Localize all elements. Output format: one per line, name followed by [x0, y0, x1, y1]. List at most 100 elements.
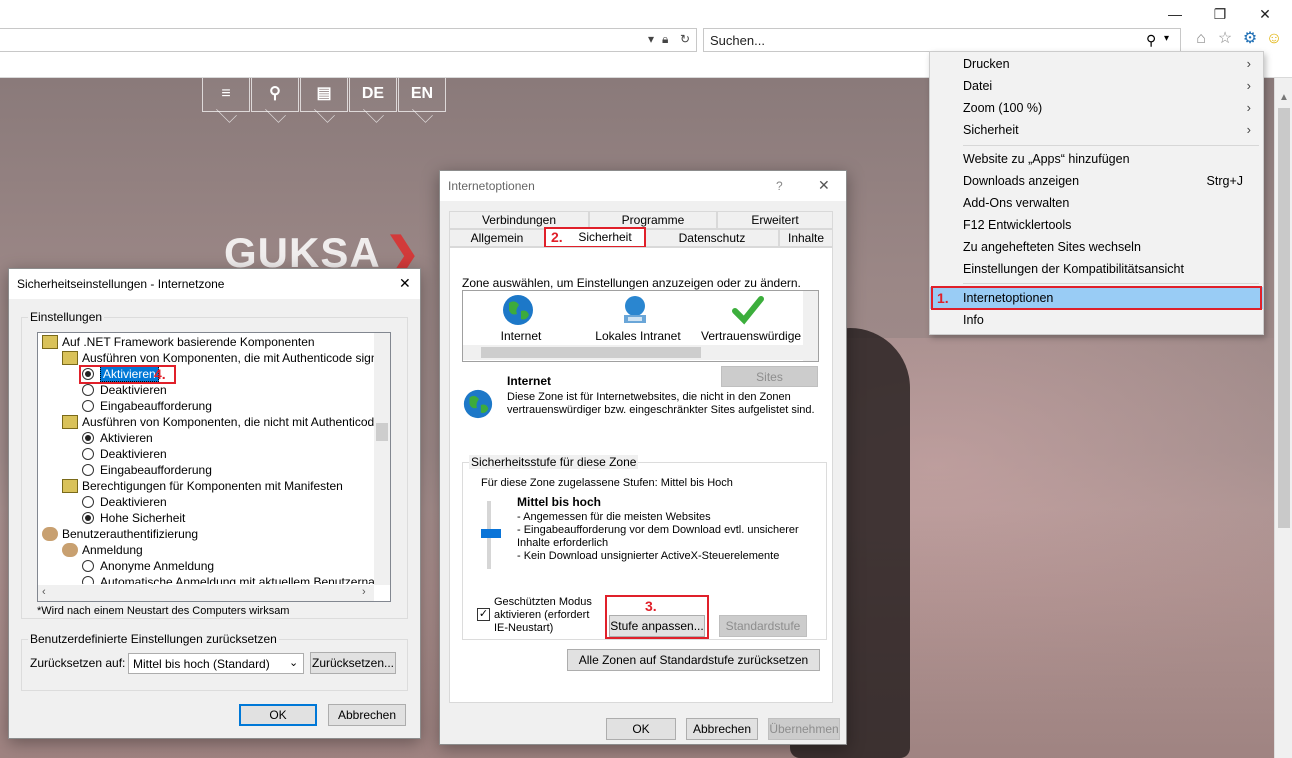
tree-option[interactable]: Deaktivieren	[82, 382, 167, 398]
menu-item-compat-view[interactable]: Einstellungen der Kompatibilitätsansicht	[930, 258, 1263, 280]
tree-category[interactable]: Auf .NET Framework basierende Komponente…	[42, 334, 315, 350]
search-input[interactable]: Suchen...	[710, 33, 765, 48]
dropdown-arrow-icon[interactable]: ▾	[648, 32, 654, 46]
home-icon[interactable]: ⌂	[1190, 28, 1212, 50]
users-icon	[42, 527, 58, 541]
apply-button[interactable]: Übernehmen	[768, 718, 840, 740]
scroll-left-icon[interactable]: ‹	[42, 586, 46, 598]
tree-option[interactable]: Hohe Sicherheit	[82, 510, 185, 526]
nav-lang-en[interactable]: EN	[398, 78, 446, 112]
tree-category[interactable]: Berechtigungen für Komponenten mit Manif…	[62, 478, 343, 494]
tree-option[interactable]: Eingabeaufforderung	[82, 462, 212, 478]
zone-list-hscrollbar[interactable]	[463, 345, 803, 360]
tree-vscrollbar[interactable]	[374, 333, 390, 585]
menu-item-addons[interactable]: Add-Ons verwalten	[930, 192, 1263, 214]
reset-group: Benutzerdefinierte Einstellungen zurücks…	[21, 632, 408, 691]
cancel-button[interactable]: Abbrechen	[328, 704, 406, 726]
zone-intranet[interactable]: Lokales Intranet	[583, 329, 693, 343]
chevron-down-icon[interactable]: ▾	[1164, 33, 1169, 44]
menu-item-pinned-sites[interactable]: Zu angehefteten Sites wechseln	[930, 236, 1263, 258]
highlight-box	[931, 286, 1262, 310]
zone-trusted[interactable]: Vertrauenswürdige	[701, 329, 801, 343]
restore-button[interactable]: ❐	[1205, 4, 1235, 24]
default-level-button[interactable]: Standardstufe	[719, 615, 807, 637]
cancel-button[interactable]: Abbrechen	[686, 718, 758, 740]
menu-item-f12[interactable]: F12 Entwicklertools	[930, 214, 1263, 236]
zone-list[interactable]: Internet Lokales Intranet Vertrauenswürd…	[462, 290, 819, 362]
ok-button[interactable]: OK	[606, 718, 676, 740]
ok-button[interactable]: OK	[239, 704, 317, 726]
scroll-right-icon[interactable]: ›	[362, 586, 366, 598]
minimize-button[interactable]: —	[1160, 4, 1190, 24]
protected-mode-checkbox[interactable]: ✓	[477, 608, 490, 621]
scroll-up-icon[interactable]: ▲	[1279, 92, 1289, 103]
sites-button[interactable]: Sites	[721, 366, 818, 387]
help-icon[interactable]: ?	[776, 179, 783, 193]
tab-datenschutz[interactable]: Datenschutz	[645, 229, 779, 247]
radio-button[interactable]	[82, 448, 94, 460]
level-point: - Angemessen für die meisten Websites	[517, 511, 711, 523]
dialog-titlebar: Internetoptionen ? ✕	[440, 171, 846, 201]
nav-menu-icon[interactable]: ≡	[202, 78, 250, 112]
tree-option[interactable]: Automatische Anmeldung mit aktuellem Ben…	[82, 574, 390, 584]
radio-button[interactable]	[82, 400, 94, 412]
close-icon[interactable]: ✕	[818, 177, 830, 194]
radio-button[interactable]	[82, 576, 94, 584]
tree-hscrollbar[interactable]: ‹ ›	[38, 585, 374, 601]
nav-lang-de[interactable]: DE	[349, 78, 397, 112]
security-settings-dialog: Sicherheitseinstellungen - Internetzone …	[8, 268, 421, 739]
nav-newspaper-icon[interactable]: ▤	[300, 78, 348, 112]
zone-internet[interactable]: Internet	[485, 329, 557, 343]
menu-item-info[interactable]: Info	[930, 309, 1263, 331]
tree-category[interactable]: Ausführen von Komponenten, die nicht mit…	[62, 414, 390, 430]
tree-option[interactable]: Eingabeaufforderung	[82, 398, 212, 414]
users-icon	[62, 543, 78, 557]
radio-button[interactable]	[82, 384, 94, 396]
radio-button[interactable]	[82, 512, 94, 524]
page-scrollbar[interactable]: ▲	[1274, 78, 1292, 758]
menu-item-datei[interactable]: Datei ›	[930, 75, 1263, 97]
tree-option[interactable]: Aktivieren	[82, 430, 153, 446]
zone-list-vscrollbar[interactable]	[803, 291, 818, 361]
smiley-icon[interactable]: ☺	[1263, 28, 1285, 50]
chevron-right-icon: ›	[1246, 100, 1251, 115]
radio-button[interactable]	[82, 432, 94, 444]
menu-item-drucken[interactable]: Drucken ›	[930, 53, 1263, 75]
menu-item-sicherheit[interactable]: Sicherheit ›	[930, 119, 1263, 141]
lock-icon[interactable]: 🔒︎	[662, 32, 668, 47]
tree-option[interactable]: Deaktivieren	[82, 494, 167, 510]
tab-inhalte[interactable]: Inhalte	[779, 229, 833, 247]
address-bar[interactable]: ▾ 🔒︎ ↻	[0, 28, 697, 52]
radio-button[interactable]	[82, 496, 94, 508]
close-icon[interactable]: ✕	[399, 275, 411, 292]
gear-icon[interactable]: ⚙	[1239, 28, 1261, 50]
scrollbar-thumb[interactable]	[1278, 108, 1290, 528]
tab-allgemein[interactable]: Allgemein	[449, 229, 545, 247]
search-icon[interactable]: ⚲	[1146, 32, 1156, 49]
search-box[interactable]: Suchen... ⚲ ▾	[703, 28, 1181, 52]
tree-option[interactable]: Anonyme Anmeldung	[82, 558, 214, 574]
reset-all-zones-button[interactable]: Alle Zonen auf Standardstufe zurücksetze…	[567, 649, 820, 671]
tree-category[interactable]: Benutzerauthentifizierung	[42, 526, 198, 542]
nav-search-icon[interactable]: ⚲	[251, 78, 299, 112]
zone-prompt: Zone auswählen, um Einstellungen anzuzei…	[462, 276, 801, 290]
tree-category[interactable]: Ausführen von Komponenten, die mit Authe…	[62, 350, 390, 366]
scrollbar-thumb[interactable]	[481, 347, 701, 358]
refresh-icon[interactable]: ↻	[680, 32, 690, 46]
level-slider-thumb[interactable]	[481, 529, 501, 538]
favorites-star-icon[interactable]: ☆	[1214, 28, 1236, 50]
menu-item-downloads[interactable]: Downloads anzeigen Strg+J	[930, 170, 1263, 192]
tab-erweitert[interactable]: Erweitert	[717, 211, 833, 229]
reset-level-select[interactable]: Mittel bis hoch (Standard) ⌄	[128, 653, 304, 674]
security-level-group: Sicherheitsstufe für diese Zone Für dies…	[462, 455, 827, 640]
menu-item-zoom[interactable]: Zoom (100 %) ›	[930, 97, 1263, 119]
close-window-button[interactable]: ✕	[1250, 4, 1280, 24]
tree-category[interactable]: Anmeldung	[62, 542, 143, 558]
radio-button[interactable]	[82, 464, 94, 476]
chevron-down-icon[interactable]: ⌄	[289, 656, 298, 669]
tree-option[interactable]: Deaktivieren	[82, 446, 167, 462]
menu-item-add-app[interactable]: Website zu „Apps“ hinzufügen	[930, 148, 1263, 170]
radio-button[interactable]	[82, 560, 94, 572]
scrollbar-thumb[interactable]	[376, 423, 388, 441]
reset-button[interactable]: Zurücksetzen...	[310, 652, 396, 674]
